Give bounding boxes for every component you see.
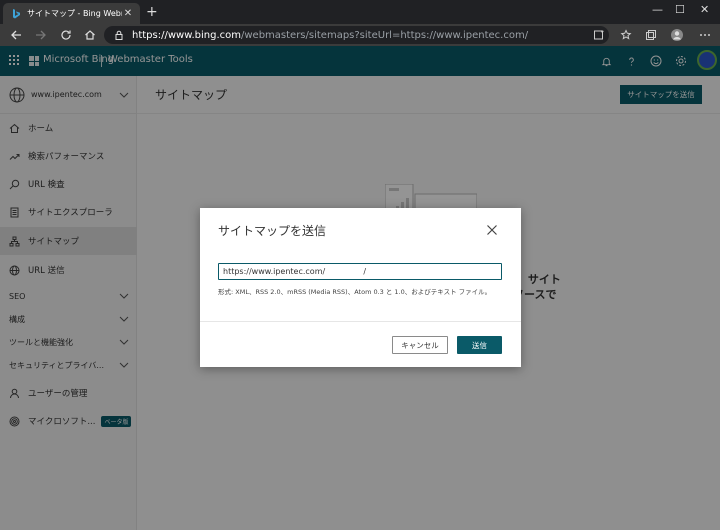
lock-icon: [115, 30, 123, 40]
more-icon[interactable]: [698, 28, 712, 42]
format-hint: 形式: XML、RSS 2.0、mRSS (Media RSS)、Atom 0.…: [218, 288, 492, 296]
maximize-button[interactable]: ☐: [675, 4, 685, 15]
favorites-icon[interactable]: [619, 28, 633, 42]
cancel-button[interactable]: キャンセル: [392, 336, 448, 354]
submit-sitemap-dialog: サイトマップを送信 形式: XML、RSS 2.0、mRSS (Media RS…: [200, 208, 521, 367]
reading-mode-icon[interactable]: [592, 28, 606, 42]
close-icon[interactable]: [486, 224, 498, 236]
dialog-title: サイトマップを送信: [218, 224, 327, 238]
close-window-button[interactable]: ✕: [700, 4, 709, 15]
browser-tab[interactable]: サイトマップ - Bing Webmaster Too ✕: [3, 3, 140, 24]
browser-tabstrip: サイトマップ - Bing Webmaster Too ✕ + — ☐ ✕: [0, 0, 720, 24]
refresh-icon[interactable]: [58, 27, 74, 43]
browser-toolbar: https://www.bing.com/webmasters/sitemaps…: [0, 24, 720, 46]
dialog-divider: [200, 321, 521, 322]
back-icon[interactable]: [8, 27, 24, 43]
sitemap-url-input[interactable]: [218, 263, 502, 280]
bing-icon: [11, 8, 21, 19]
minimize-button[interactable]: —: [652, 4, 663, 15]
new-tab-button[interactable]: +: [146, 5, 158, 19]
send-button[interactable]: 送信: [457, 336, 502, 354]
profile-icon[interactable]: [670, 28, 684, 42]
tab-title: サイトマップ - Bing Webmaster Too: [27, 9, 122, 18]
collections-icon[interactable]: [644, 28, 658, 42]
tab-close-icon[interactable]: ✕: [122, 8, 134, 19]
forward-icon[interactable]: [33, 27, 49, 43]
home-browser-icon[interactable]: [82, 27, 98, 43]
url-text: https://www.bing.com/webmasters/sitemaps…: [132, 29, 529, 41]
address-bar[interactable]: https://www.bing.com/webmasters/sitemaps…: [104, 26, 609, 44]
